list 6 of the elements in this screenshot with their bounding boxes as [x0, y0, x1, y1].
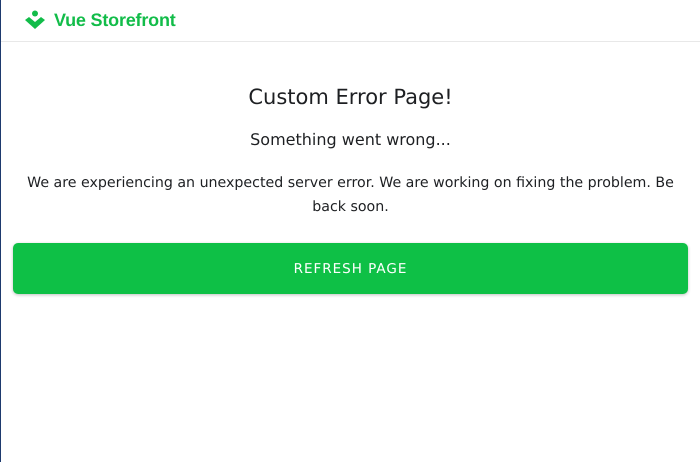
error-subtitle: Something went wrong... — [250, 130, 451, 149]
refresh-button[interactable]: REFRESH PAGE — [13, 243, 688, 294]
logo-icon — [23, 10, 47, 32]
error-title: Custom Error Page! — [248, 85, 453, 109]
logo-text[interactable]: Vue Storefront — [54, 10, 176, 31]
error-message: We are experiencing an unexpected server error. We are working on fixing the problem. Be back soon. — [26, 174, 675, 217]
